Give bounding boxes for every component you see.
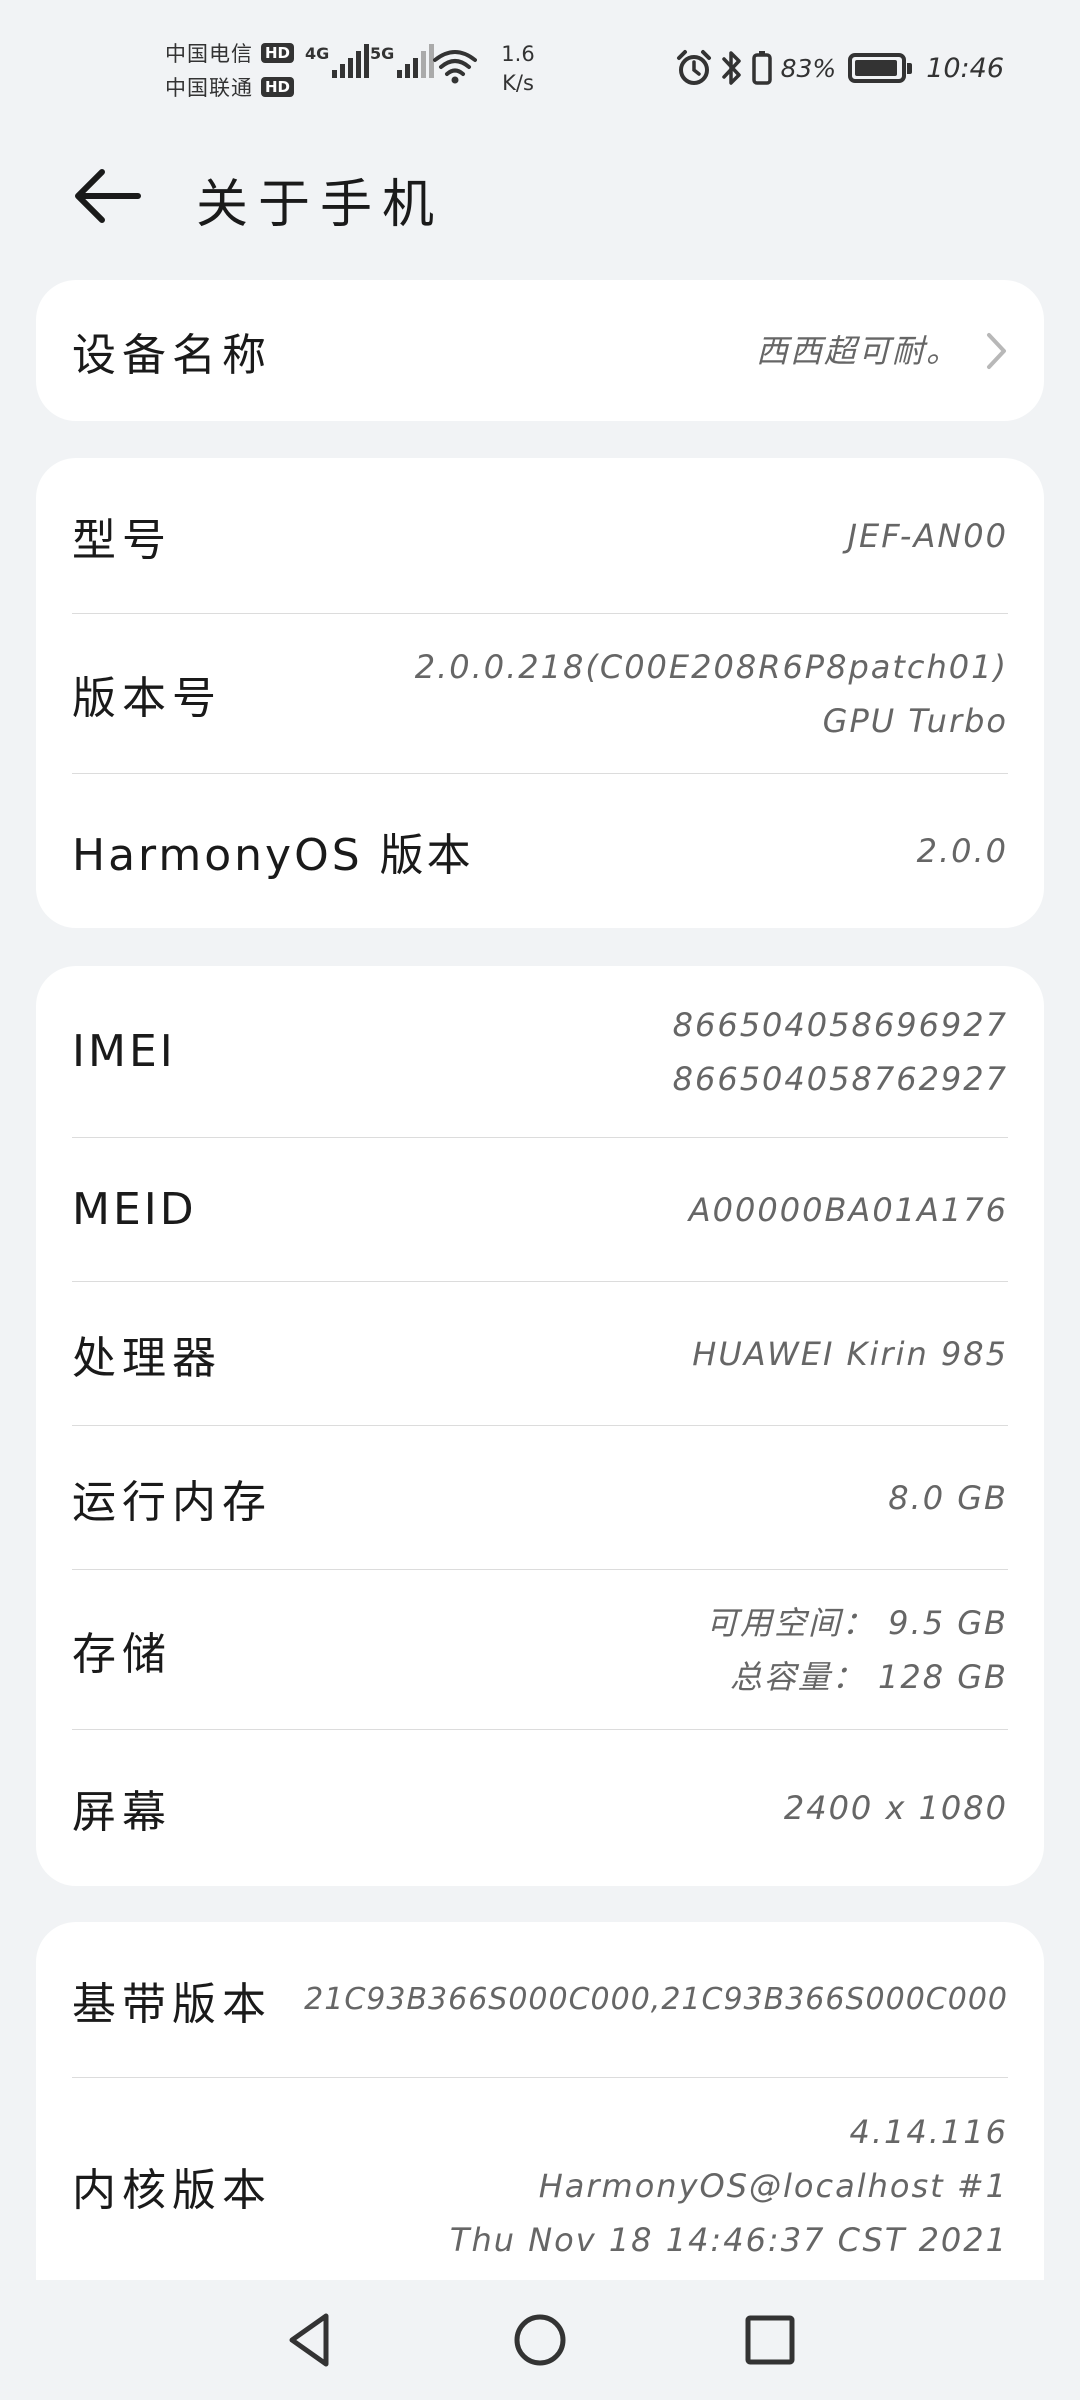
imei-row: IMEI 866504058696927 866504058762927 (72, 966, 1008, 1138)
wifi-icon (433, 50, 477, 84)
recents-square-icon[interactable] (738, 2308, 802, 2372)
status-bar: 中国电信 HD 中国联通 HD 4G 5G 1.6 K/s 83% 10:46 (0, 0, 1080, 130)
carrier-info: 中国电信 HD 中国联通 HD (165, 36, 300, 104)
harmonyos-version-label: HarmonyOS 版本 (72, 830, 474, 881)
kernel-label: 内核版本 (72, 2165, 272, 2216)
hd-badge-1: HD (261, 43, 295, 63)
kernel-row: 内核版本 4.14.116 HarmonyOS@localhost #1 Thu… (72, 2078, 1008, 2294)
net-type-1: 4G (305, 44, 330, 63)
version-value: 2.0.0.218(C00E208R6P8patch01) GPU Turbo (415, 640, 1008, 748)
storage-label: 存储 (72, 1628, 172, 1680)
processor-label: 处理器 (72, 1332, 222, 1384)
model-value: JEF-AN00 (847, 516, 1008, 555)
network-speed: 1.6 K/s (488, 40, 548, 98)
screen-value: 2400 x 1080 (783, 1789, 1008, 1827)
version-line-2: GPU Turbo (822, 701, 1008, 740)
screen-row: 屏幕 2400 x 1080 (72, 1730, 1008, 1886)
vibrate-icon (751, 51, 772, 85)
arrow-left-icon[interactable] (72, 164, 142, 228)
network-speed-value: 1.6 (501, 42, 535, 66)
processor-row: 处理器 HUAWEI Kirin 985 (72, 1282, 1008, 1426)
baseband-row: 基带版本 21C93B366S000C000,21C93B366S000C000 (72, 1922, 1008, 2078)
app-header: 关于手机 (0, 150, 1080, 240)
imei-2: 866504058762927 (672, 1059, 1008, 1098)
kernel-line-3: Thu Nov 18 14:46:37 CST 2021 (449, 2221, 1008, 2259)
version-row[interactable]: 版本号 2.0.0.218(C00E208R6P8patch01) GPU Tu… (72, 614, 1008, 774)
baseband-label: 基带版本 (72, 1978, 272, 2030)
battery-percent: 83% (780, 53, 837, 83)
back-triangle-icon[interactable] (278, 2308, 342, 2372)
storage-row[interactable]: 存储 可用空间： 9.5 GB 总容量： 128 GB (72, 1570, 1008, 1730)
network-speed-unit: K/s (502, 71, 534, 95)
ram-label: 运行内存 (72, 1476, 272, 1528)
alarm-icon (676, 50, 711, 85)
meid-value: A00000BA01A176 (688, 1190, 1008, 1229)
meid-row: MEID A00000BA01A176 (72, 1138, 1008, 1282)
battery-icon (848, 53, 913, 83)
firmware-info-card: 基带版本 21C93B366S000C000,21C93B366S000C000… (36, 1922, 1044, 2322)
carrier-name-1: 中国电信 (165, 42, 253, 66)
harmonyos-version-row: HarmonyOS 版本 2.0.0 (72, 774, 1008, 928)
hardware-info-card: IMEI 866504058696927 866504058762927 MEI… (36, 966, 1044, 1886)
carrier-name-2: 中国联通 (165, 76, 253, 100)
device-name-row[interactable]: 设备名称 西西超可耐。 (72, 280, 1008, 421)
kernel-value: 4.14.116 HarmonyOS@localhost #1 Thu Nov … (450, 2105, 1008, 2267)
net-type-2: 5G (370, 44, 395, 63)
imei-value: 866504058696927 866504058762927 (673, 998, 1008, 1106)
page-title: 关于手机 (196, 175, 445, 235)
status-time: 10:46 (926, 52, 1004, 84)
ram-value: 8.0 GB (888, 1478, 1008, 1517)
ram-row: 运行内存 8.0 GB (72, 1426, 1008, 1570)
navigation-bar (0, 2280, 1080, 2400)
storage-total: 总容量： 128 GB (729, 1657, 1008, 1696)
software-info-card: 型号 JEF-AN00 版本号 2.0.0.218(C00E208R6P8pat… (36, 458, 1044, 928)
device-name-value: 西西超可耐。 (755, 331, 960, 370)
chevron-right-icon (987, 332, 1006, 369)
version-line-1: 2.0.0.218(C00E208R6P8patch01) (414, 647, 1008, 686)
harmonyos-version-value: 2.0.0 (916, 832, 1008, 870)
screen-label: 屏幕 (72, 1787, 172, 1838)
meid-label: MEID (72, 1184, 197, 1235)
device-name-card: 设备名称 西西超可耐。 (36, 280, 1044, 421)
device-name-label: 设备名称 (72, 329, 272, 381)
imei-1: 866504058696927 (672, 1005, 1008, 1044)
kernel-line-2: HarmonyOS@localhost #1 (538, 2167, 1008, 2205)
model-row: 型号 JEF-AN00 (72, 458, 1008, 614)
signal-icon-1: 4G (305, 44, 370, 78)
kernel-line-1: 4.14.116 (849, 2113, 1008, 2151)
hd-badge-2: HD (261, 77, 295, 97)
processor-value: HUAWEI Kirin 985 (692, 1334, 1008, 1373)
home-circle-icon[interactable] (508, 2308, 572, 2372)
status-right-group: 83% 10:46 (667, 46, 1004, 90)
signal-icon-2: 5G (370, 44, 435, 78)
bluetooth-icon (721, 51, 741, 85)
imei-label: IMEI (72, 1026, 176, 1077)
storage-available: 可用空间： 9.5 GB (706, 1603, 1008, 1642)
version-label: 版本号 (72, 672, 222, 724)
model-label: 型号 (72, 514, 172, 566)
baseband-value: 21C93B366S000C000,21C93B366S000C000 (304, 1981, 1008, 2017)
storage-value: 可用空间： 9.5 GB 总容量： 128 GB (706, 1596, 1008, 1704)
